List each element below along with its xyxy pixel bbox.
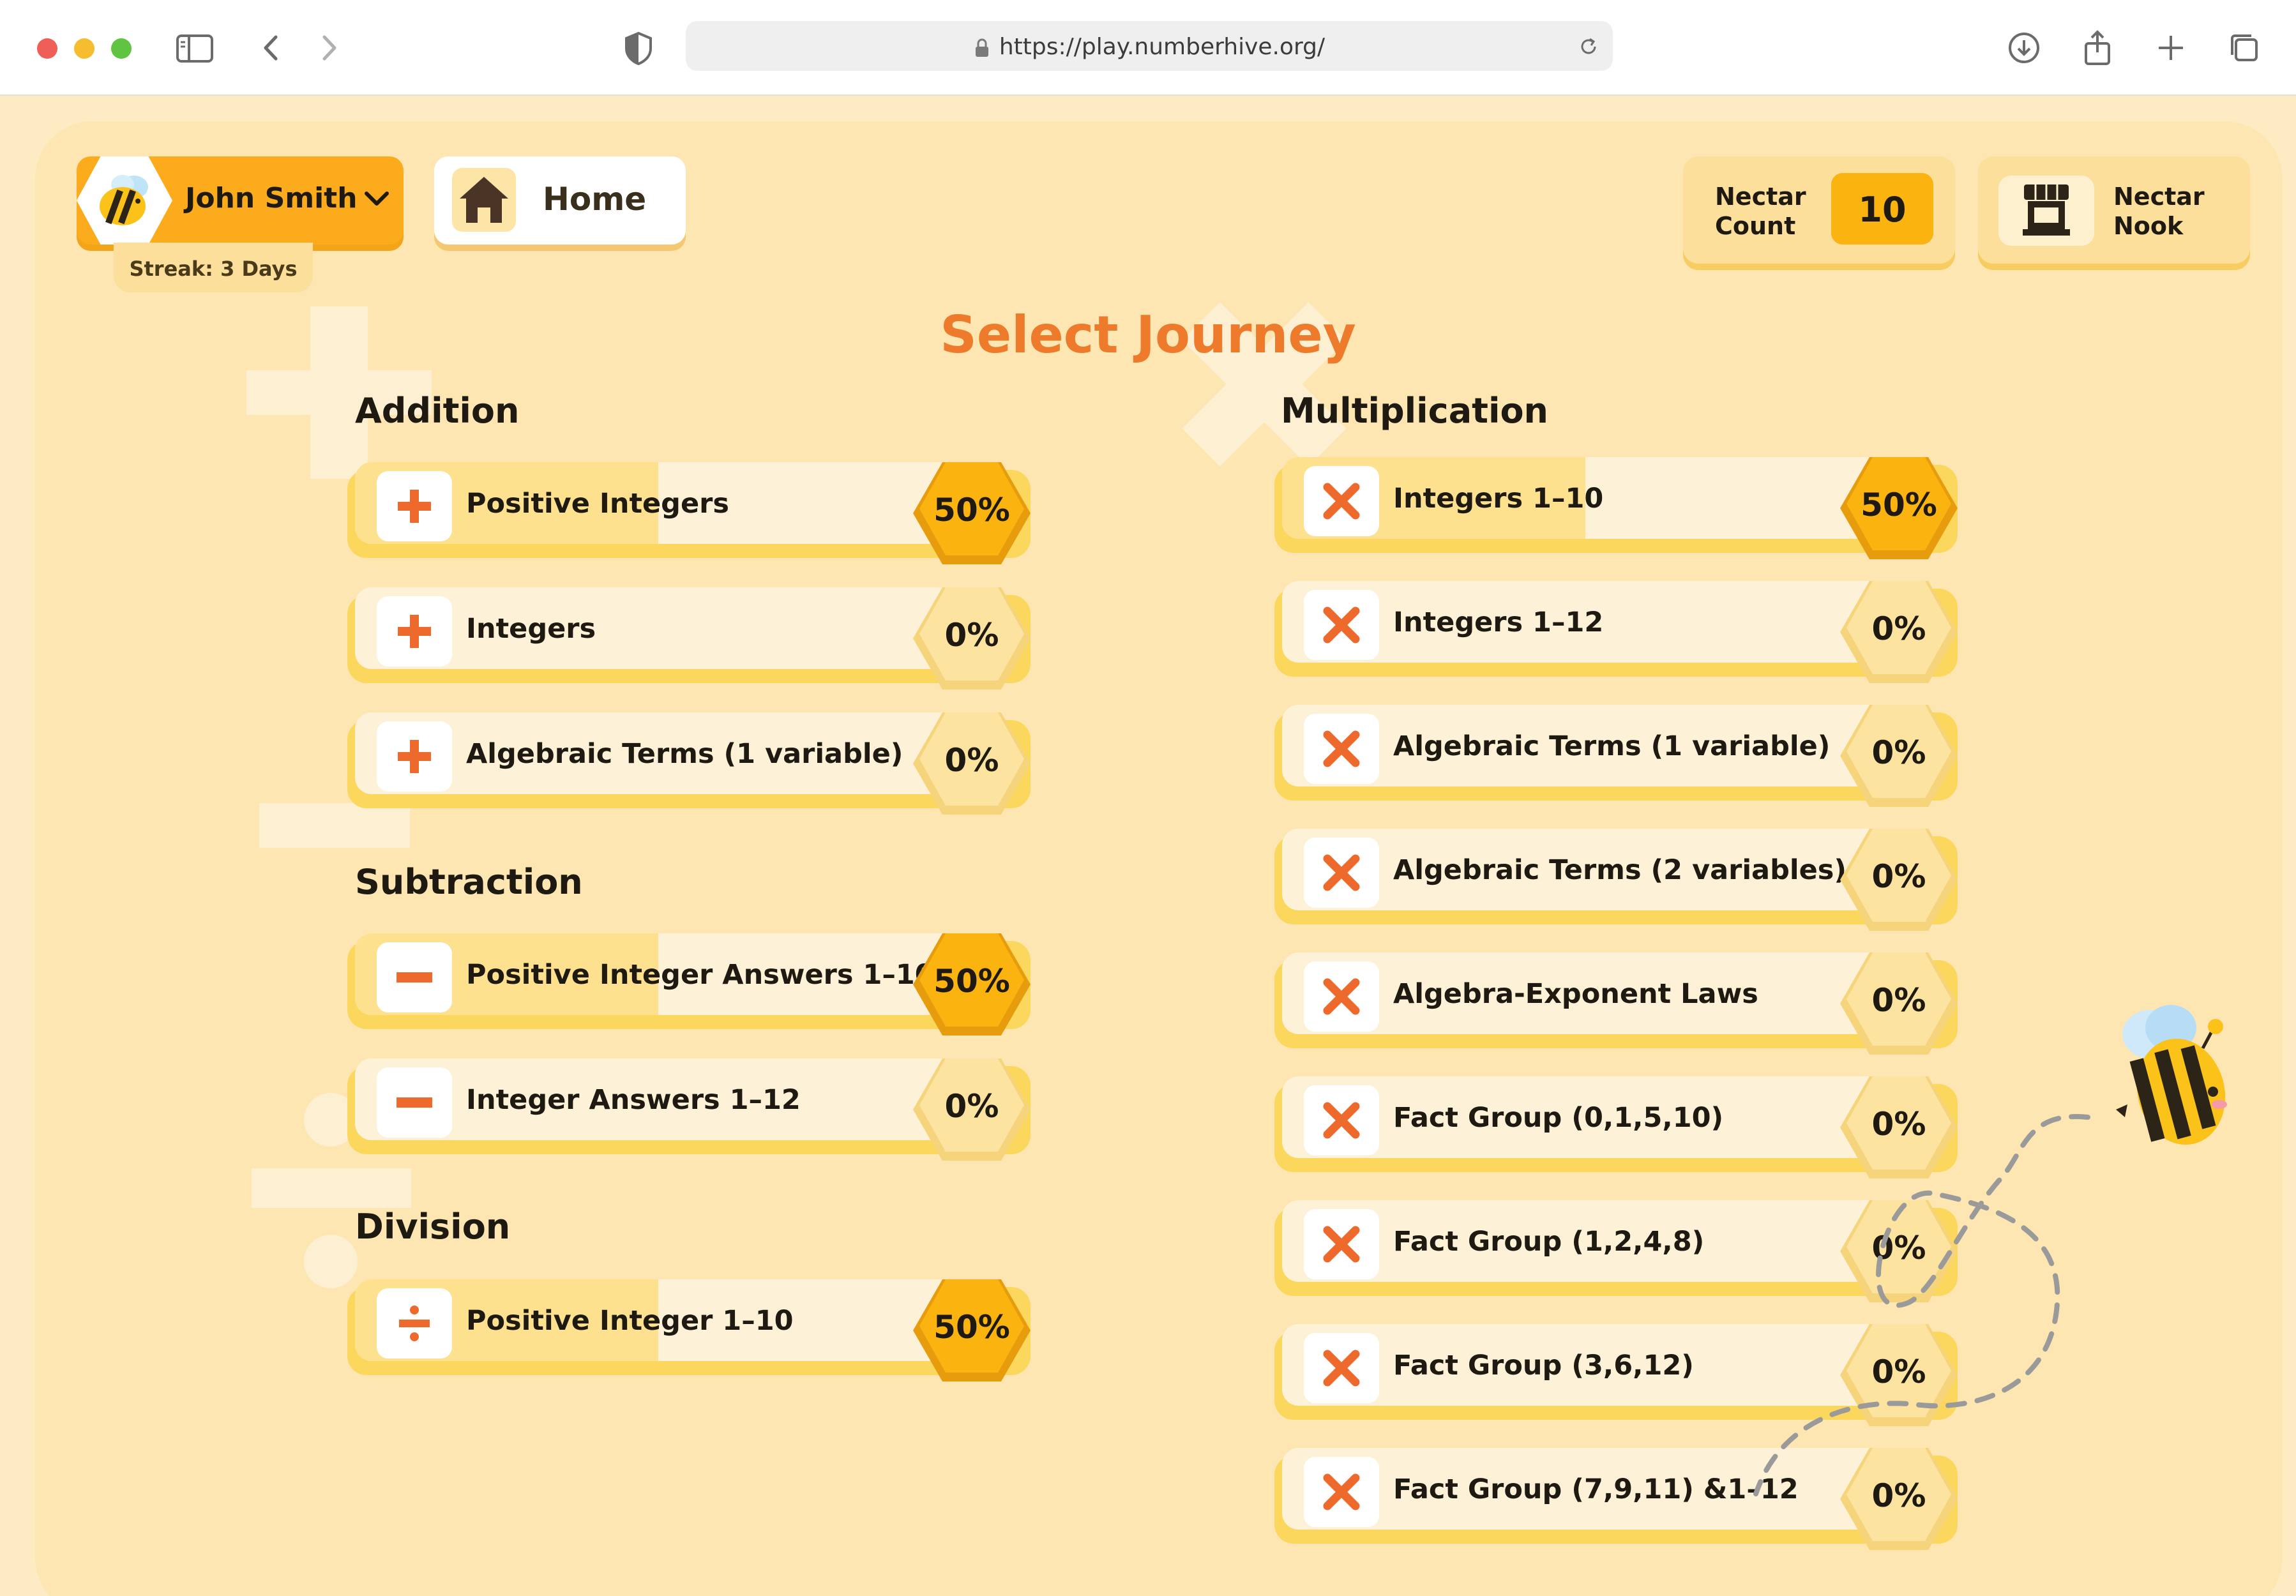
nectar-nook-label: Nectar Nook [2113, 183, 2205, 240]
journey-item[interactable]: Integer Answers 1–12 0% [347, 1058, 1031, 1161]
section-heading-addition: Addition [355, 391, 520, 431]
journey-item-label: Fact Group (3,6,12) [1393, 1350, 1694, 1381]
nectar-nook-button[interactable]: Nectar Nook [1978, 156, 2250, 264]
journey-item-label: Positive Integers [466, 488, 729, 520]
journey-item[interactable]: Positive Integers 50% [347, 462, 1031, 564]
journey-item-label: Algebra-Exponent Laws [1393, 978, 1758, 1010]
section-heading-subtraction: Subtraction [355, 862, 583, 902]
journey-item[interactable]: Algebraic Terms (1 variable) 0% [1274, 705, 1958, 807]
forward-icon[interactable] [306, 26, 351, 70]
journey-item-label: Fact Group (0,1,5,10) [1393, 1102, 1724, 1134]
times-icon [1304, 1209, 1379, 1279]
journey-item-label: Integers [466, 613, 596, 645]
minus-icon [377, 942, 452, 1013]
journey-item-label: Integer Answers 1–12 [466, 1084, 801, 1116]
page-title: Select Journey [940, 305, 1356, 365]
bee-mascot-icon [2116, 1005, 2227, 1145]
journey-item-label: Positive Integer Answers 1–10 [466, 959, 934, 991]
nectar-count-label: Nectar Count [1715, 183, 1806, 240]
back-icon[interactable] [249, 26, 294, 70]
journey-item[interactable]: Positive Integer 1–10 50% [347, 1279, 1031, 1381]
zoom-window-button[interactable] [111, 38, 132, 59]
close-window-button[interactable] [37, 38, 57, 59]
url-text: https://play.numberhive.org/ [999, 34, 1325, 60]
times-icon [1304, 714, 1379, 784]
lock-icon [975, 38, 988, 57]
journey-item-label: Integers 1–12 [1393, 606, 1604, 638]
downloads-icon[interactable] [2002, 26, 2046, 70]
user-menu-button[interactable]: John Smith [77, 156, 404, 245]
user-name: John Smith [185, 182, 358, 215]
home-icon [452, 168, 516, 232]
journey-item[interactable]: Integers 1–12 0% [1274, 581, 1958, 683]
journey-item[interactable]: Positive Integer Answers 1–10 50% [347, 933, 1031, 1035]
privacy-shield-icon[interactable] [616, 26, 661, 70]
decor-divide-bar [252, 1168, 411, 1208]
times-icon [1304, 466, 1379, 536]
section-heading-division: Division [355, 1207, 511, 1247]
times-icon [1304, 590, 1379, 660]
home-button[interactable]: Home [434, 156, 686, 245]
share-icon[interactable] [2075, 26, 2120, 70]
plus-icon [377, 596, 452, 666]
journey-item-label: Integers 1–10 [1393, 483, 1604, 515]
times-icon [1304, 961, 1379, 1032]
flight-path-decoration [1753, 1114, 2090, 1496]
sidebar-toggle-icon[interactable] [172, 26, 217, 70]
divide-icon [377, 1288, 452, 1359]
decor-minus [259, 803, 410, 848]
journey-item[interactable]: Integers 1–10 50% [1274, 457, 1958, 559]
tab-overview-icon[interactable] [2222, 26, 2267, 70]
section-heading-multiplication: Multiplication [1281, 391, 1549, 431]
home-label: Home [543, 181, 647, 218]
times-icon [1304, 1085, 1379, 1156]
streak-badge: Streak: 3 Days [114, 243, 313, 292]
journey-item-label: Positive Integer 1–10 [466, 1305, 794, 1337]
nectar-count-value: 10 [1831, 173, 1933, 245]
times-icon [1304, 838, 1379, 908]
plus-icon [377, 721, 452, 792]
journey-item[interactable]: Algebra-Exponent Laws 0% [1274, 952, 1958, 1055]
nectar-count-display: Nectar Count 10 [1683, 156, 1955, 264]
times-icon [1304, 1333, 1379, 1403]
journey-item[interactable]: Algebraic Terms (2 variables) 0% [1274, 829, 1958, 931]
journey-item[interactable]: Algebraic Terms (1 variable) 0% [347, 712, 1031, 815]
new-tab-icon[interactable] [2149, 26, 2193, 70]
journey-item-label: Algebraic Terms (2 variables) [1393, 854, 1847, 886]
journey-item-label: Algebraic Terms (1 variable) [466, 738, 903, 770]
minimize-window-button[interactable] [74, 38, 94, 59]
journey-item[interactable]: Integers 0% [347, 587, 1031, 689]
shop-icon [1998, 176, 2094, 246]
minus-icon [377, 1067, 452, 1138]
journey-item-label: Algebraic Terms (1 variable) [1393, 730, 1831, 762]
bee-avatar-icon [100, 175, 148, 225]
browser-toolbar: https://play.numberhive.org/ [0, 0, 2296, 96]
times-icon [1304, 1457, 1379, 1527]
avatar [77, 156, 172, 245]
chevron-down-icon [365, 192, 389, 206]
journey-item-label: Fact Group (1,2,4,8) [1393, 1226, 1705, 1258]
reload-icon[interactable] [1576, 34, 1601, 59]
plus-icon [377, 471, 452, 541]
address-bar[interactable]: https://play.numberhive.org/ [686, 21, 1613, 71]
